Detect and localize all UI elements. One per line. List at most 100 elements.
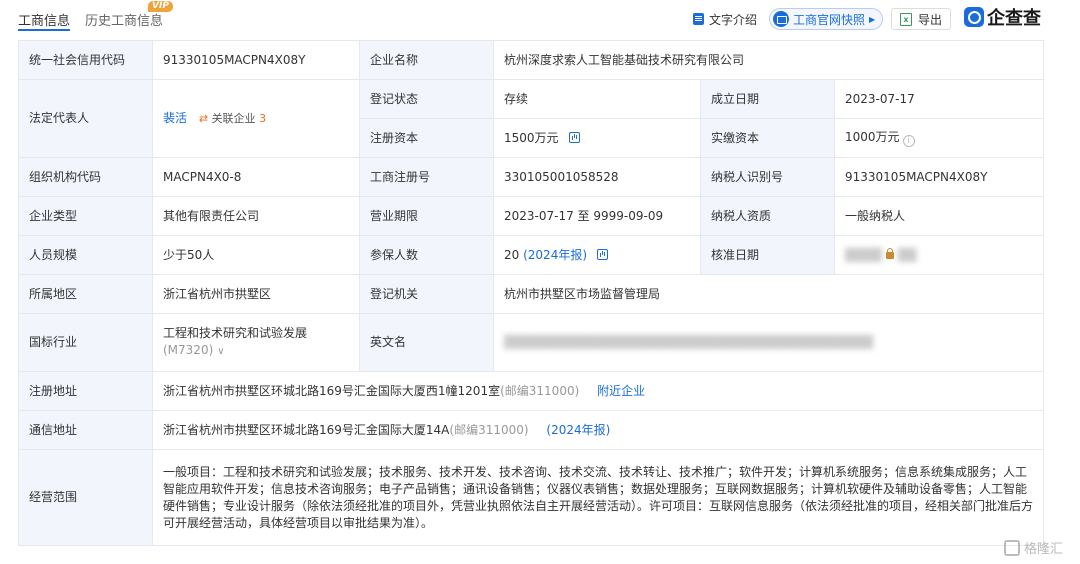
text-intro-button[interactable]: 文字介绍 [693,8,757,30]
business-info-table: 统一社会信用代码 91330105MACPN4X08Y 企业名称 杭州深度求索人… [18,40,1045,546]
chart-icon[interactable] [568,131,580,143]
table-row: 法定代表人 裴活 ⇄ 关联企业 3 登记状态 存续 成立日期 2023-07-1… [18,79,1045,158]
document-icon [693,13,704,25]
scope-label: 经营范围 [18,449,153,546]
industry-code: (M7320) [163,343,214,357]
table-row: 所属地区 浙江省杭州市拱墅区 登记机关 杭州市拱墅区市场监督管理局 [18,274,1045,314]
top-bar: 工商信息 历史工商信息 VIP 文字介绍 工商官网快照 ▶ x 导出 企查查 [0,0,1080,36]
chevron-down-icon: ∨ [217,346,225,357]
reg-status-label: 登记状态 [359,79,494,119]
lock-icon[interactable] [885,247,894,259]
table-row: 经营范围 一般项目：工程和技术研究和试验发展；技术服务、技术开发、技术咨询、技术… [18,449,1045,546]
region-value: 浙江省杭州市拱墅区 [152,274,360,314]
paid-capital-value: 1000万元 [845,130,900,144]
english-name-cell: ████████████████████████████████████████ [492,313,1045,372]
reg-address-label: 注册地址 [18,371,153,411]
official-snapshot-button[interactable]: 工商官网快照 ▶ [769,8,884,30]
export-label: 导出 [918,12,943,27]
paid-capital-cell: 1000万元 i [833,118,1045,158]
tab-business-info[interactable]: 工商信息 [18,10,70,29]
watermark: 格隆汇 [1004,538,1063,557]
link-icon: ⇄ [198,112,209,125]
legal-rep-cell: 裴活 ⇄ 关联企业 3 [152,79,360,158]
nearby-companies-link[interactable]: 附近企业 [597,384,645,398]
legal-rep-link[interactable]: 裴活 [163,111,187,125]
biz-term-label: 营业期限 [359,196,494,236]
scope-value: 一般项目：工程和技术研究和试验发展；技术服务、技术开发、技术咨询、技术交流、技术… [151,449,1045,546]
qichacha-logo: 企查查 [964,6,1041,29]
reg-authority-label: 登记机关 [359,274,494,314]
blurred-date: ██ [897,247,917,262]
vip-badge: VIP [148,1,173,12]
excel-icon: x [900,12,912,26]
company-name-label: 企业名称 [359,40,494,80]
insured-report-link[interactable]: (2024年报) [523,248,587,262]
org-code-label: 组织机构代码 [18,157,153,197]
est-date-label: 成立日期 [700,79,835,119]
approval-date-cell: ████ ██ [833,235,1045,275]
taxpayer-qual-label: 纳税人资质 [700,196,835,236]
reg-authority-value: 杭州市拱墅区市场监督管理局 [492,274,1045,314]
taxpayer-id-value: 91330105MACPN4X08Y [833,157,1045,197]
org-code-value: MACPN4X0-8 [152,157,360,197]
staff-size-value: 少于50人 [152,235,360,275]
related-companies-label: 关联企业 [211,112,256,125]
insured-cell: 20 (2024年报) [493,235,701,275]
snapshot-label: 工商官网快照 [793,12,866,27]
blurred-date: ████ [845,247,882,262]
legal-rep-label: 法定代表人 [18,79,153,158]
company-name-value: 杭州深度求索人工智能基础技术研究有限公司 [492,40,1045,80]
industry-cell: 工程和技术研究和试验发展 (M7320) ∨ [152,313,360,372]
biz-reg-no-value: 330105001058528 [493,157,701,197]
info-icon[interactable]: i [902,135,915,147]
insured-value: 20 [504,247,520,262]
mail-address-value: 浙江省杭州市拱墅区环城北路169号汇金国际大厦14A [163,422,450,437]
biz-term-value: 2023-07-17 至 9999-09-09 [493,196,701,236]
caret-right-icon: ▶ [869,14,876,24]
table-row: 组织机构代码 MACPN4X0-8 工商注册号 330105001058528 … [18,157,1045,197]
mail-report-link[interactable]: (2024年报) [546,423,610,437]
mail-address-cell: 浙江省杭州市拱墅区环城北路169号汇金国际大厦14A(邮编311000) (20… [151,410,1045,450]
related-count: 3 [259,112,267,125]
mail-postcode: (邮编311000) [449,422,529,437]
tab-history-business-info[interactable]: 历史工商信息 [85,10,163,29]
taxpayer-qual-value: 一般纳税人 [833,196,1045,236]
english-name-label: 英文名 [359,313,494,372]
blurred-english-name: ████████████████████████████████████████ [504,335,874,349]
reg-capital-cell: 1500万元 [493,118,701,158]
company-type-label: 企业类型 [18,196,153,236]
export-button[interactable]: x 导出 [891,8,952,30]
industry-code-toggle[interactable]: (M7320) ∨ [163,342,349,360]
company-type-value: 其他有限责任公司 [152,196,360,236]
insured-label: 参保人数 [359,235,494,275]
reg-status-value: 存续 [493,79,701,119]
staff-size-label: 人员规模 [18,235,153,275]
table-row: 企业类型 其他有限责任公司 营业期限 2023-07-17 至 9999-09-… [18,196,1045,236]
qichacha-logo-icon [964,7,984,27]
table-row: 通信地址 浙江省杭州市拱墅区环城北路169号汇金国际大厦14A(邮编311000… [18,410,1045,450]
related-companies-link[interactable]: ⇄ 关联企业 3 [199,112,266,125]
credit-code-value: 91330105MACPN4X08Y [152,40,360,80]
reg-capital-label: 注册资本 [359,118,494,158]
active-tab-indicator [18,29,70,31]
industry-label: 国标行业 [18,313,153,372]
region-label: 所属地区 [18,274,153,314]
table-row: 统一社会信用代码 91330105MACPN4X08Y 企业名称 杭州深度求索人… [18,40,1045,80]
table-row: 国标行业 工程和技术研究和试验发展 (M7320) ∨ 英文名 █████████… [18,313,1045,372]
table-row: 人员规模 少于50人 参保人数 20 (2024年报) 核准日期 ████ ██ [18,235,1045,275]
reg-postcode: (邮编311000) [500,383,580,398]
reg-address-value: 浙江省杭州市拱墅区环城北路169号汇金国际大厦西1幢1201室 [163,383,501,398]
chart-icon[interactable] [597,248,609,260]
watermark-text: 格隆汇 [1024,542,1064,557]
reg-address-cell: 浙江省杭州市拱墅区环城北路169号汇金国际大厦西1幢1201室(邮编311000… [151,371,1045,411]
snapshot-icon [773,11,789,27]
biz-reg-no-label: 工商注册号 [359,157,494,197]
text-intro-label: 文字介绍 [709,12,758,27]
mail-address-label: 通信地址 [18,410,153,450]
credit-code-label: 统一社会信用代码 [18,40,153,80]
table-row: 注册地址 浙江省杭州市拱墅区环城北路169号汇金国际大厦西1幢1201室(邮编3… [18,371,1045,411]
industry-value: 工程和技术研究和试验发展 [163,326,308,340]
taxpayer-id-label: 纳税人识别号 [700,157,835,197]
watermark-logo-icon [1004,539,1020,556]
approval-date-label: 核准日期 [700,235,835,275]
